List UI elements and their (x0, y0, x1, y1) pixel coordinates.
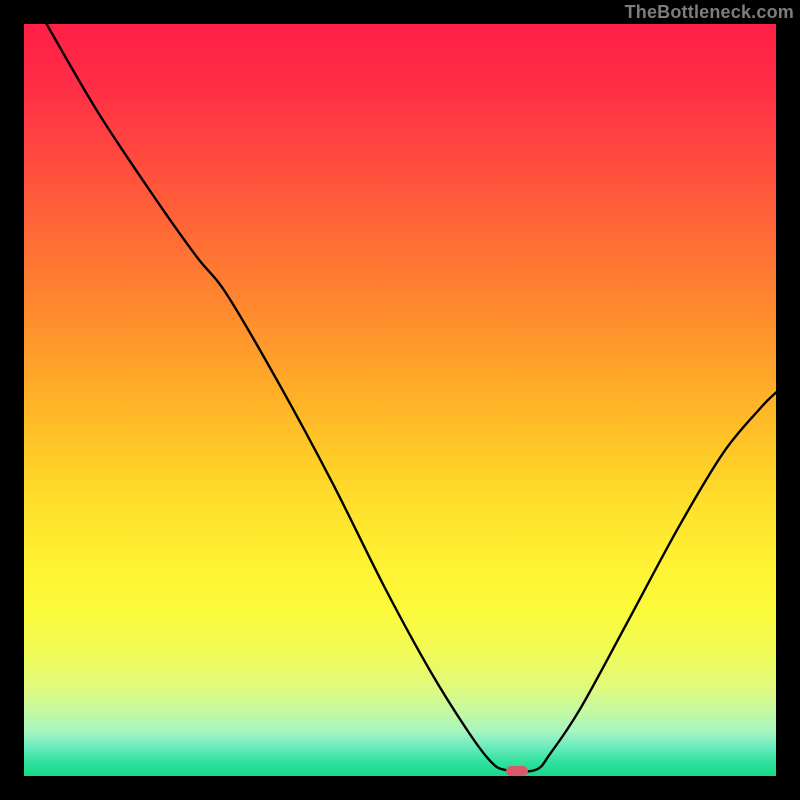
chart-container: TheBottleneck.com (0, 0, 800, 800)
optimal-marker (506, 766, 528, 776)
plot-area (24, 24, 776, 776)
bottleneck-curve (24, 24, 776, 776)
watermark-text: TheBottleneck.com (625, 2, 794, 23)
